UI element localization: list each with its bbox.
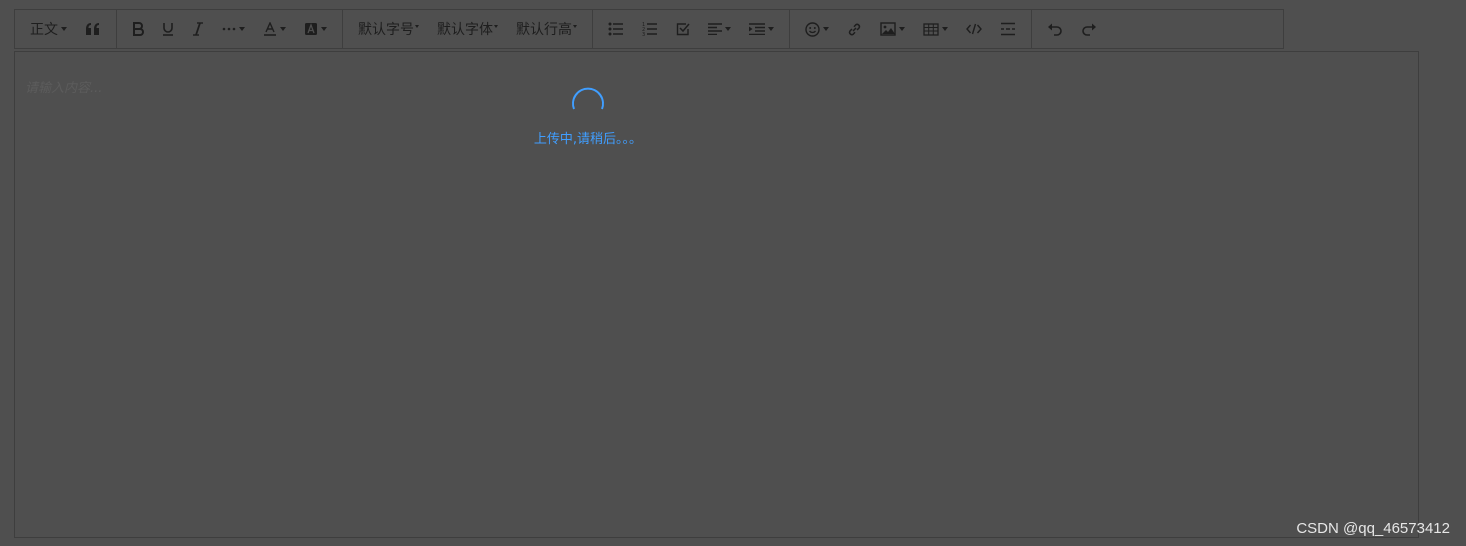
table-button[interactable] xyxy=(917,14,954,44)
undo-icon xyxy=(1047,22,1063,36)
numbered-list-icon: 123 xyxy=(642,21,658,37)
image-icon xyxy=(880,22,896,36)
toolbar-group xyxy=(1032,10,1112,48)
image-button[interactable] xyxy=(874,14,911,44)
checkbox-icon xyxy=(676,22,690,36)
code-icon xyxy=(966,23,982,35)
link-icon xyxy=(847,22,862,37)
underline-button[interactable] xyxy=(156,14,180,44)
caret-down-icon xyxy=(823,27,829,31)
bold-button[interactable] xyxy=(126,14,150,44)
editor-content-area[interactable]: 请输入内容... xyxy=(14,51,1419,538)
font-size-label: 默认字号 xyxy=(358,22,414,38)
bg-color-icon xyxy=(304,22,318,36)
upload-loading-overlay: 上传中,请稍后。。。 xyxy=(488,84,688,147)
font-family-label: 默认字体 xyxy=(437,22,493,38)
line-height-label: 默认行高 xyxy=(516,22,572,38)
caret-down-icon xyxy=(942,27,948,31)
caret-down-icon xyxy=(573,24,577,28)
caret-down-icon xyxy=(725,27,731,31)
editor-placeholder: 请输入内容... xyxy=(25,81,103,96)
divider-button[interactable] xyxy=(994,14,1022,44)
loading-spinner-icon xyxy=(569,84,607,122)
align-left-icon xyxy=(708,23,722,35)
editor-toolbar: 正文 默认字号 默认字体 默认行高 1 2 3 xyxy=(14,9,1284,49)
font-color-icon xyxy=(263,22,277,36)
svg-text:3: 3 xyxy=(642,32,645,37)
caret-down-icon xyxy=(239,27,245,31)
numbered-list-button[interactable]: 123 xyxy=(636,14,664,44)
emoji-icon xyxy=(805,21,820,37)
csdn-watermark: CSDN @qq_46573412 xyxy=(1296,520,1450,537)
bg-color-button[interactable] xyxy=(298,14,333,44)
undo-button[interactable] xyxy=(1041,14,1069,44)
emotion-button[interactable] xyxy=(799,14,835,44)
indent-icon xyxy=(749,23,765,35)
font-color-button[interactable] xyxy=(257,14,292,44)
toolbar-group xyxy=(790,10,1032,48)
justify-button[interactable] xyxy=(702,14,737,44)
caret-down-icon xyxy=(768,27,774,31)
rich-text-editor: 正文 默认字号 默认字体 默认行高 1 2 3 请输入内容... xyxy=(14,9,1419,538)
todo-button[interactable] xyxy=(670,14,696,44)
toolbar-group xyxy=(117,10,343,48)
underline-icon xyxy=(162,22,174,36)
loading-text: 上传中,请稍后。。。 xyxy=(533,132,643,147)
heading-button[interactable]: 正文 xyxy=(24,14,73,44)
toolbar-group: 123 xyxy=(593,10,790,48)
divider-icon xyxy=(1000,22,1016,36)
caret-down-icon xyxy=(494,24,498,28)
code-button[interactable] xyxy=(960,14,988,44)
table-icon xyxy=(923,22,939,36)
toolbar-group: 默认字号 默认字体 默认行高 xyxy=(343,10,593,48)
redo-icon xyxy=(1081,22,1097,36)
caret-down-icon xyxy=(61,27,67,31)
font-family-button[interactable]: 默认字体 xyxy=(431,14,504,44)
heading-label: 正文 xyxy=(30,22,58,38)
link-button[interactable] xyxy=(841,14,868,44)
quote-button[interactable] xyxy=(79,14,107,44)
more-button[interactable] xyxy=(216,14,251,44)
more-icon xyxy=(222,27,236,31)
caret-down-icon xyxy=(415,24,419,28)
caret-down-icon xyxy=(321,27,327,31)
line-height-button[interactable]: 默认行高 xyxy=(510,14,583,44)
italic-button[interactable] xyxy=(186,14,210,44)
bulleted-list-button[interactable] xyxy=(602,14,630,44)
bold-icon xyxy=(132,22,144,36)
toolbar-group: 正文 xyxy=(15,10,117,48)
caret-down-icon xyxy=(899,27,905,31)
caret-down-icon xyxy=(280,27,286,31)
quote-icon xyxy=(85,22,101,36)
indent-button[interactable] xyxy=(743,14,780,44)
redo-button[interactable] xyxy=(1075,14,1103,44)
italic-icon xyxy=(192,22,204,36)
bulleted-list-icon xyxy=(608,22,624,36)
font-size-button[interactable]: 默认字号 xyxy=(352,14,425,44)
